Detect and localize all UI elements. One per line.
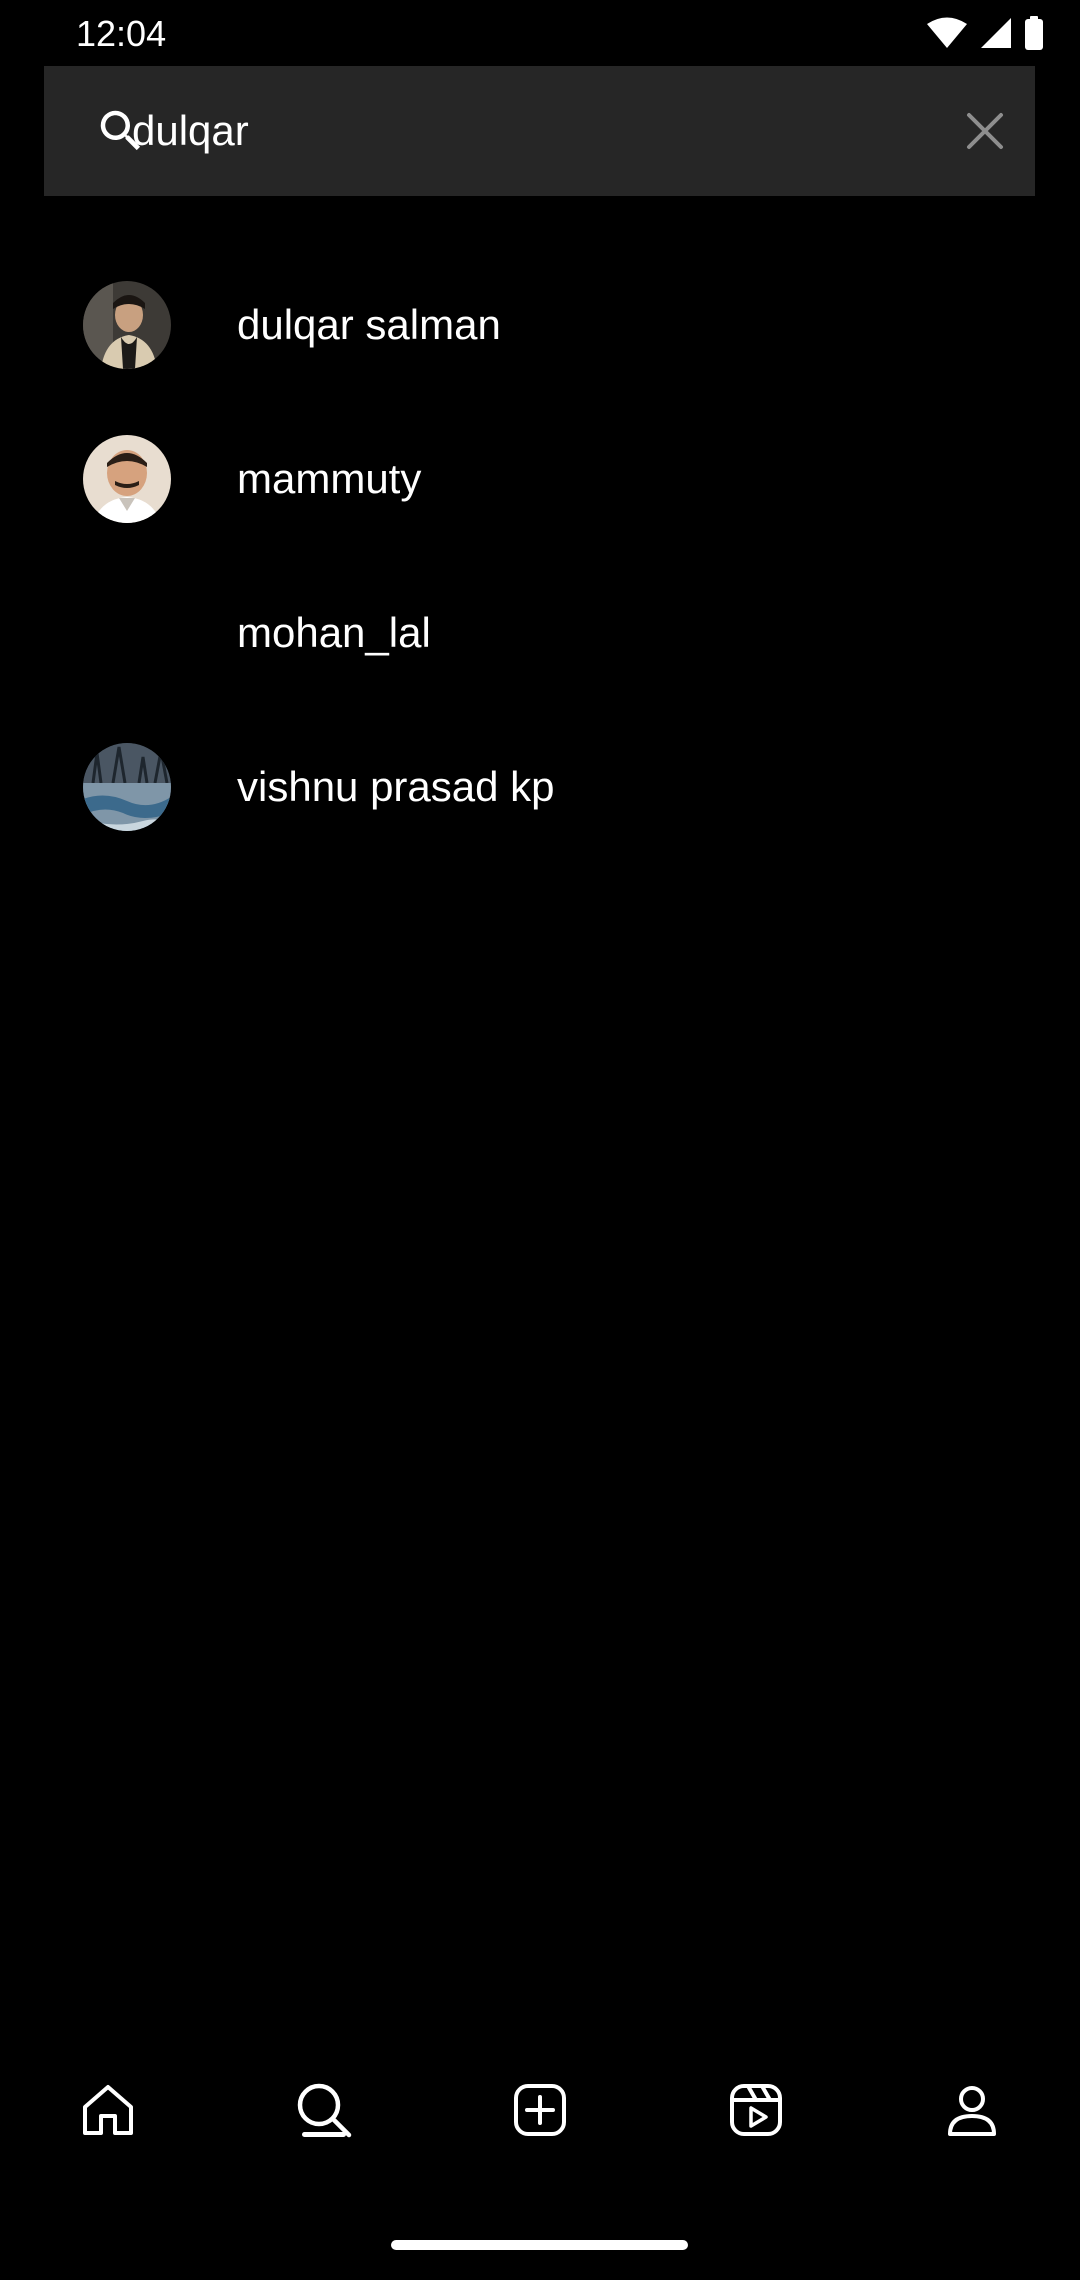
avatar (83, 743, 171, 831)
battery-icon (1025, 16, 1043, 50)
search-result-item[interactable]: mohan_lal (0, 556, 1080, 710)
search-results-list: dulqar salman mammuty mohan_lal vishnu p… (0, 248, 1080, 864)
status-time: 12:04 (76, 13, 167, 54)
search-result-item[interactable]: vishnu prasad kp (0, 710, 1080, 864)
search-result-item[interactable]: mammuty (0, 402, 1080, 556)
nav-reels[interactable] (706, 2060, 806, 2160)
cellular-signal-icon (981, 18, 1011, 48)
close-icon (967, 113, 1003, 149)
wifi-icon (927, 17, 967, 48)
search-icon (297, 2083, 352, 2138)
active-tab-indicator (302, 2132, 346, 2137)
search-bar[interactable] (44, 66, 1035, 196)
avatar (83, 589, 171, 677)
status-icons (926, 16, 1044, 50)
search-result-item[interactable]: dulqar salman (0, 248, 1080, 402)
search-result-label: dulqar salman (237, 301, 501, 348)
search-result-label: vishnu prasad kp (237, 763, 555, 810)
nav-home[interactable] (58, 2060, 158, 2160)
search-result-label: mohan_lal (237, 609, 431, 656)
home-icon (83, 2085, 133, 2135)
home-gesture-indicator[interactable] (391, 2240, 688, 2250)
nav-create[interactable] (490, 2060, 590, 2160)
avatar (83, 281, 171, 369)
search-result-label: mammuty (237, 455, 422, 502)
clear-search-button[interactable] (955, 101, 1015, 161)
bottom-navigation-bar (0, 2040, 1080, 2180)
search-input[interactable] (132, 96, 972, 166)
avatar (83, 435, 171, 523)
nav-search[interactable] (274, 2060, 374, 2160)
profile-icon (948, 2086, 996, 2136)
reels-icon (730, 2084, 782, 2136)
status-bar: 12:04 (0, 0, 1080, 66)
add-post-icon (514, 2084, 566, 2136)
nav-profile[interactable] (922, 2060, 1022, 2160)
